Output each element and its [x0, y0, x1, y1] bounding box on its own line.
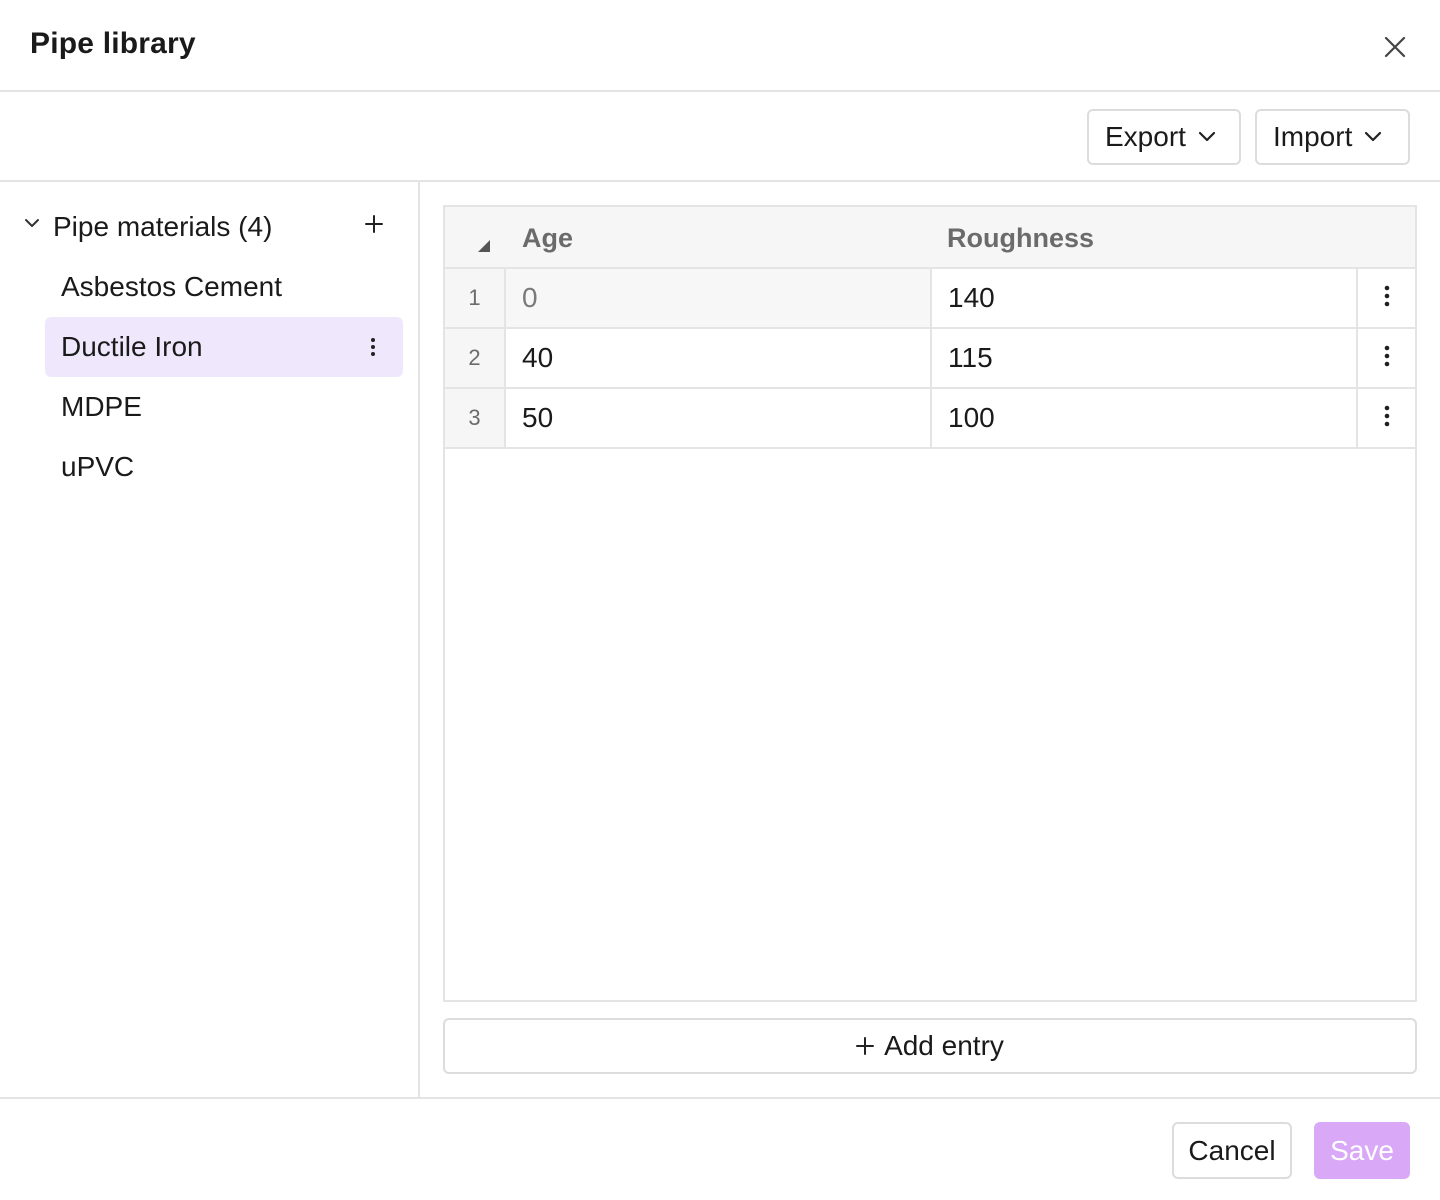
chevron-down-icon [1364, 131, 1382, 143]
roughness-cell[interactable]: 115 [932, 329, 1358, 389]
row-number: 2 [445, 329, 506, 389]
sidebar-item-label: Asbestos Cement [61, 271, 282, 302]
sidebar-item-label: uPVC [61, 451, 135, 482]
more-vertical-icon [1384, 405, 1390, 432]
dialog-title: Pipe library [30, 27, 196, 60]
column-header-age[interactable]: Age [522, 223, 573, 254]
more-vertical-icon [1384, 285, 1390, 312]
table-row: 1 0 140 [445, 269, 1415, 329]
row-actions-button[interactable] [1358, 329, 1415, 389]
roughness-cell[interactable]: 100 [932, 389, 1358, 449]
sidebar-item-label: MDPE [61, 391, 142, 422]
sidebar-item-mdpe[interactable]: MDPE [45, 377, 403, 437]
add-entry-button[interactable]: Add entry [443, 1018, 1417, 1074]
tree-group-label: Pipe materials (4) [53, 211, 273, 242]
select-all-corner-icon[interactable] [477, 239, 491, 258]
sidebar: Pipe materials (4) Asbestos Cement Ducti… [0, 182, 420, 1098]
export-menu-button[interactable]: Export [1087, 109, 1241, 165]
sidebar-item-asbestos-cement[interactable]: Asbestos Cement [45, 257, 403, 317]
table-header: Age Roughness [445, 207, 1415, 269]
age-cell: 0 [506, 269, 932, 329]
row-number: 3 [445, 389, 506, 449]
plus-icon [365, 214, 383, 238]
cancel-button[interactable]: Cancel [1172, 1122, 1292, 1179]
age-cell[interactable]: 40 [506, 329, 932, 389]
close-button[interactable] [1378, 32, 1412, 66]
dialog-header: Pipe library [0, 0, 1440, 92]
pipe-library-dialog: Pipe library Export Import Pipe material… [0, 0, 1440, 1200]
close-icon [1384, 36, 1406, 63]
export-label: Export [1105, 121, 1186, 152]
sidebar-item-upvc[interactable]: uPVC [45, 437, 403, 497]
row-actions-button[interactable] [1358, 269, 1415, 329]
column-header-roughness[interactable]: Roughness [947, 223, 1094, 254]
save-button[interactable]: Save [1314, 1122, 1410, 1179]
more-vertical-icon[interactable] [361, 331, 385, 363]
dialog-footer: Cancel Save [0, 1097, 1440, 1200]
tree-group-header[interactable]: Pipe materials (4) [0, 204, 420, 250]
chevron-down-icon [1198, 131, 1216, 143]
row-actions-button[interactable] [1358, 389, 1415, 449]
sidebar-item-ductile-iron[interactable]: Ductile Iron [45, 317, 403, 377]
sidebar-item-label: Ductile Iron [61, 331, 203, 362]
plus-icon [856, 1030, 875, 1062]
table-row: 2 40 115 [445, 329, 1415, 389]
table-row: 3 50 100 [445, 389, 1415, 449]
toolbar: Export Import [0, 92, 1440, 182]
add-entry-label: Add entry [884, 1030, 1004, 1061]
import-label: Import [1273, 121, 1353, 152]
chevron-down-icon[interactable] [24, 217, 40, 229]
more-vertical-icon [1384, 345, 1390, 372]
add-material-button[interactable] [360, 210, 388, 242]
age-cell[interactable]: 50 [506, 389, 932, 449]
row-number: 1 [445, 269, 506, 329]
roughness-table: Age Roughness 1 0 140 2 40 115 3 50 100 [443, 205, 1417, 1002]
import-menu-button[interactable]: Import [1255, 109, 1410, 165]
roughness-cell[interactable]: 140 [932, 269, 1358, 329]
